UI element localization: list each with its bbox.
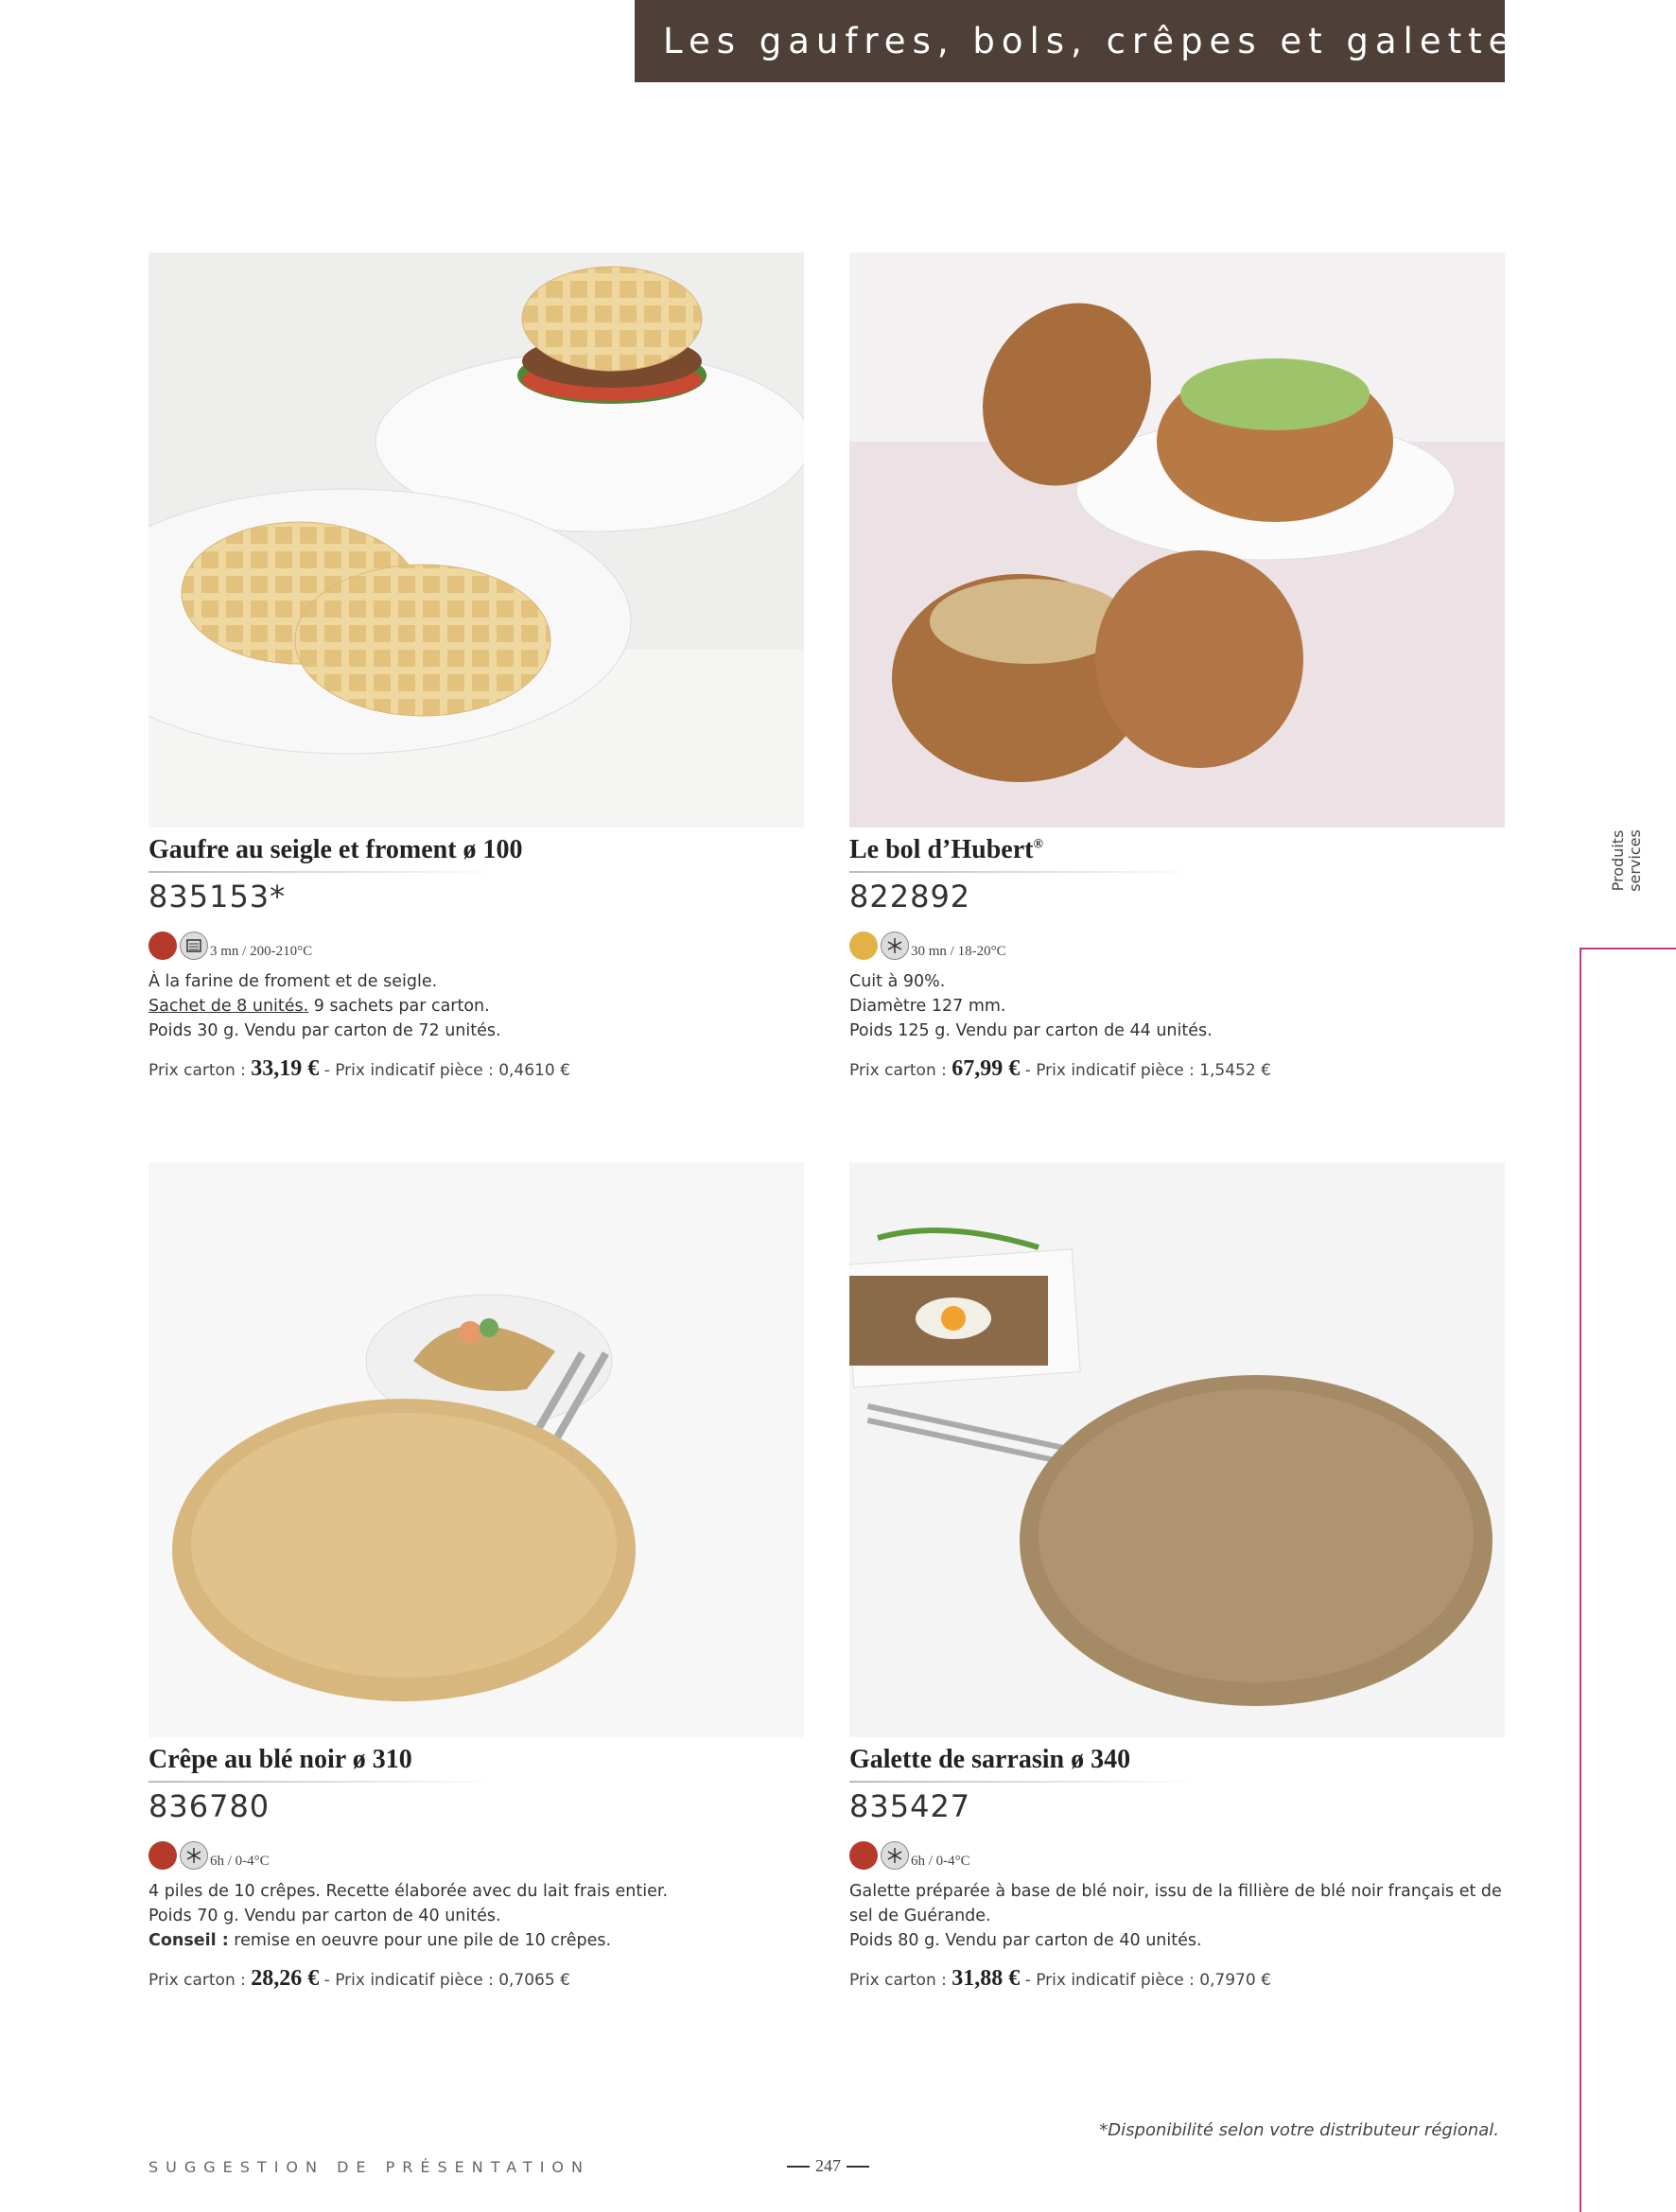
product-card: Crêpe au blé noir ø 310 836780 6h / 0-4°… bbox=[148, 1162, 804, 1992]
product-description: Cuit à 90%. Diamètre 127 mm. Poids 125 g… bbox=[849, 969, 1505, 1043]
side-tab-line2: services bbox=[1626, 829, 1644, 892]
section-title: Les gaufres, bols, crêpes et galettes bbox=[663, 21, 1542, 61]
price-label: Prix carton : bbox=[148, 1061, 252, 1080]
unit-price: - Prix indicatif pièce : 0,7065 € bbox=[319, 1971, 570, 1990]
page-number: 247 bbox=[781, 2156, 875, 2176]
product-name-text: Crêpe au blé noir ø 310 bbox=[148, 1745, 412, 1774]
product-card: Gaufre au seigle et froment ø 100 835153… bbox=[148, 253, 804, 1082]
prep-temp: 3 mn / 200-210°C bbox=[210, 944, 313, 959]
snowflake-icon bbox=[180, 1841, 208, 1870]
product-photo-waffles bbox=[148, 253, 804, 827]
prep-temp: 6h / 0-4°C bbox=[210, 1854, 270, 1869]
product-code: 822892 bbox=[849, 879, 971, 914]
price-label: Prix carton : bbox=[849, 1061, 952, 1080]
product-photo-crepe bbox=[148, 1162, 804, 1737]
product-description: À la farine de froment et de seigle. Sac… bbox=[148, 969, 804, 1043]
desc-line: Diamètre 127 mm. bbox=[849, 997, 1006, 1016]
product-photo-bread-bowl bbox=[849, 253, 1505, 827]
prep-temp: 30 mn / 18-20°C bbox=[911, 944, 1006, 959]
product-icons: 6h / 0-4°C bbox=[148, 1838, 804, 1870]
product-icons: 3 mn / 200-210°C bbox=[148, 928, 804, 960]
category-dot-icon bbox=[148, 932, 177, 960]
product-name-text: Gaufre au seigle et froment ø 100 bbox=[148, 835, 523, 864]
side-tab: Produits services bbox=[1598, 823, 1655, 955]
desc-line: Cuit à 90%. bbox=[849, 972, 946, 991]
product-code: 835427 bbox=[849, 1788, 971, 1824]
price-line: Prix carton : 67,99 € - Prix indicatif p… bbox=[849, 1056, 1505, 1082]
title-rule bbox=[148, 1781, 498, 1783]
product-card: Le bol d’Hubert® 822892 30 mn / 18-20°C … bbox=[849, 253, 1505, 1082]
desc-weight: Poids 70 g. Vendu par carton de 40 unité… bbox=[148, 1907, 501, 1925]
category-dot-icon bbox=[849, 932, 878, 960]
price-line: Prix carton : 33,19 € - Prix indicatif p… bbox=[148, 1056, 804, 1082]
price-line: Prix carton : 31,88 € - Prix indicatif p… bbox=[849, 1966, 1505, 1992]
unit-price: - Prix indicatif pièce : 1,5452 € bbox=[1020, 1061, 1271, 1080]
product-name: Crêpe au blé noir ø 310 bbox=[148, 1745, 804, 1775]
conseil-label: Conseil : bbox=[148, 1931, 229, 1950]
product-icons: 30 mn / 18-20°C bbox=[849, 928, 1505, 960]
category-dot-icon bbox=[849, 1841, 878, 1870]
product-card: Galette de sarrasin ø 340 835427 6h / 0-… bbox=[849, 1162, 1505, 1992]
footer-suggestion: SUGGESTION DE PRÉSENTATION bbox=[148, 2158, 590, 2176]
snowflake-icon bbox=[881, 932, 909, 960]
product-name: Galette de sarrasin ø 340 bbox=[849, 1745, 1505, 1775]
side-divider-vertical bbox=[1580, 948, 1581, 2212]
snowflake-icon bbox=[881, 1841, 909, 1870]
title-rule bbox=[148, 871, 498, 873]
desc-weight: Poids 80 g. Vendu par carton de 40 unité… bbox=[849, 1931, 1202, 1950]
availability-note: *Disponibilité selon votre distributeur … bbox=[1099, 2120, 1499, 2140]
prep-temp: 6h / 0-4°C bbox=[911, 1854, 970, 1869]
section-header: Les gaufres, bols, crêpes et galettes bbox=[635, 0, 1535, 82]
price-value: 33,19 € bbox=[251, 1056, 320, 1081]
side-tab-label: Produits services bbox=[1609, 823, 1644, 898]
desc-weight: Poids 125 g. Vendu par carton de 44 unit… bbox=[849, 1021, 1213, 1040]
desc-line: 4 piles de 10 crêpes. Recette élaborée a… bbox=[148, 1882, 669, 1901]
category-dot-icon bbox=[148, 1841, 177, 1870]
page-number-text: 247 bbox=[815, 2156, 841, 2175]
desc-line: Galette préparée à base de blé noir, iss… bbox=[849, 1882, 1502, 1925]
side-tab-line1: Produits bbox=[1609, 829, 1627, 892]
registered-mark: ® bbox=[1033, 837, 1043, 852]
product-description: Galette préparée à base de blé noir, iss… bbox=[849, 1879, 1505, 1953]
unit-price: - Prix indicatif pièce : 0,7970 € bbox=[1020, 1971, 1271, 1990]
side-divider-horizontal bbox=[1580, 948, 1676, 949]
desc-weight: Poids 30 g. Vendu par carton de 72 unité… bbox=[148, 1021, 501, 1040]
price-value: 67,99 € bbox=[951, 1056, 1021, 1081]
price-line: Prix carton : 28,26 € - Prix indicatif p… bbox=[148, 1966, 804, 1992]
product-code: 835153* bbox=[148, 879, 287, 914]
price-value: 28,26 € bbox=[251, 1966, 320, 1991]
product-code: 836780 bbox=[148, 1788, 271, 1824]
product-description: 4 piles de 10 crêpes. Recette élaborée a… bbox=[148, 1879, 804, 1953]
product-name-text: Galette de sarrasin ø 340 bbox=[849, 1745, 1131, 1774]
desc-line: Sachet de 8 unités. 9 sachets par carton… bbox=[148, 994, 804, 1019]
title-rule bbox=[849, 1781, 1199, 1783]
product-photo-galette bbox=[849, 1162, 1505, 1737]
page-dash-right bbox=[847, 2165, 869, 2168]
desc-line: À la farine de froment et de seigle. bbox=[148, 972, 438, 991]
oven-icon bbox=[180, 932, 208, 960]
product-name-text: Le bol d’Hubert bbox=[849, 835, 1034, 864]
product-name: Le bol d’Hubert® bbox=[849, 835, 1505, 865]
unit-price: - Prix indicatif pièce : 0,4610 € bbox=[319, 1061, 570, 1080]
conseil-text: remise en oeuvre pour une pile de 10 crê… bbox=[228, 1931, 612, 1950]
sachet-underlined: Sachet de 8 unités. bbox=[148, 997, 309, 1016]
title-rule bbox=[849, 871, 1199, 873]
product-icons: 6h / 0-4°C bbox=[849, 1838, 1505, 1870]
price-label: Prix carton : bbox=[849, 1971, 952, 1990]
price-value: 31,88 € bbox=[951, 1966, 1021, 1991]
sachet-rest: 9 sachets par carton. bbox=[308, 997, 490, 1016]
price-label: Prix carton : bbox=[148, 1971, 252, 1990]
page-dash-left bbox=[787, 2165, 810, 2168]
desc-conseil: Conseil : remise en oeuvre pour une pile… bbox=[148, 1928, 804, 1953]
product-name: Gaufre au seigle et froment ø 100 bbox=[148, 835, 804, 865]
